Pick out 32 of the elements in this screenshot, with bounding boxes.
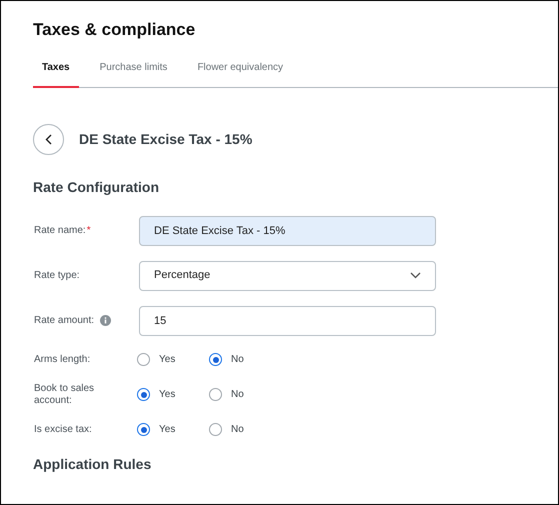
radio-button[interactable] (137, 388, 150, 401)
radio-label: No (231, 423, 244, 437)
radio-button[interactable] (137, 353, 150, 366)
radio-label: Yes (159, 388, 176, 402)
back-button[interactable] (33, 124, 64, 154)
input-field[interactable]: DE State Excise Tax - 15% (139, 216, 436, 246)
radio-label: Yes (159, 353, 176, 367)
field-label: Rate amount: (34, 314, 94, 328)
required-mark: * (86, 224, 91, 238)
radio-label: Yes (159, 423, 176, 437)
field-label: Rate type: (34, 269, 80, 283)
page-title: Taxes & compliance (33, 19, 196, 41)
input-field[interactable]: 15 (139, 306, 436, 336)
detail-title: DE State Excise Tax - 15% (79, 130, 252, 148)
field-label: Rate name: (34, 224, 86, 238)
section-title: Rate Configuration (33, 178, 160, 197)
radio-group-label: Book to sales account: (34, 382, 96, 406)
chevron-down-icon (410, 272, 421, 279)
radio-label: No (231, 388, 244, 402)
radio-button[interactable] (209, 353, 222, 366)
chevron-left-icon (45, 134, 52, 144)
tab[interactable]: Taxes (33, 60, 79, 88)
radio-button[interactable] (209, 423, 222, 436)
radio-group-label: Is excise tax: (34, 424, 93, 436)
radio-button[interactable] (137, 423, 150, 436)
rate-type-select[interactable]: Percentage (139, 260, 436, 290)
radio-button[interactable] (209, 388, 222, 401)
section-title: Application Rules (33, 454, 152, 474)
radio-label: No (231, 353, 244, 367)
tab[interactable]: Purchase limits (90, 60, 176, 88)
radio-group-label: Arms length: (34, 354, 92, 366)
tab[interactable]: Flower equivalency (188, 60, 292, 88)
